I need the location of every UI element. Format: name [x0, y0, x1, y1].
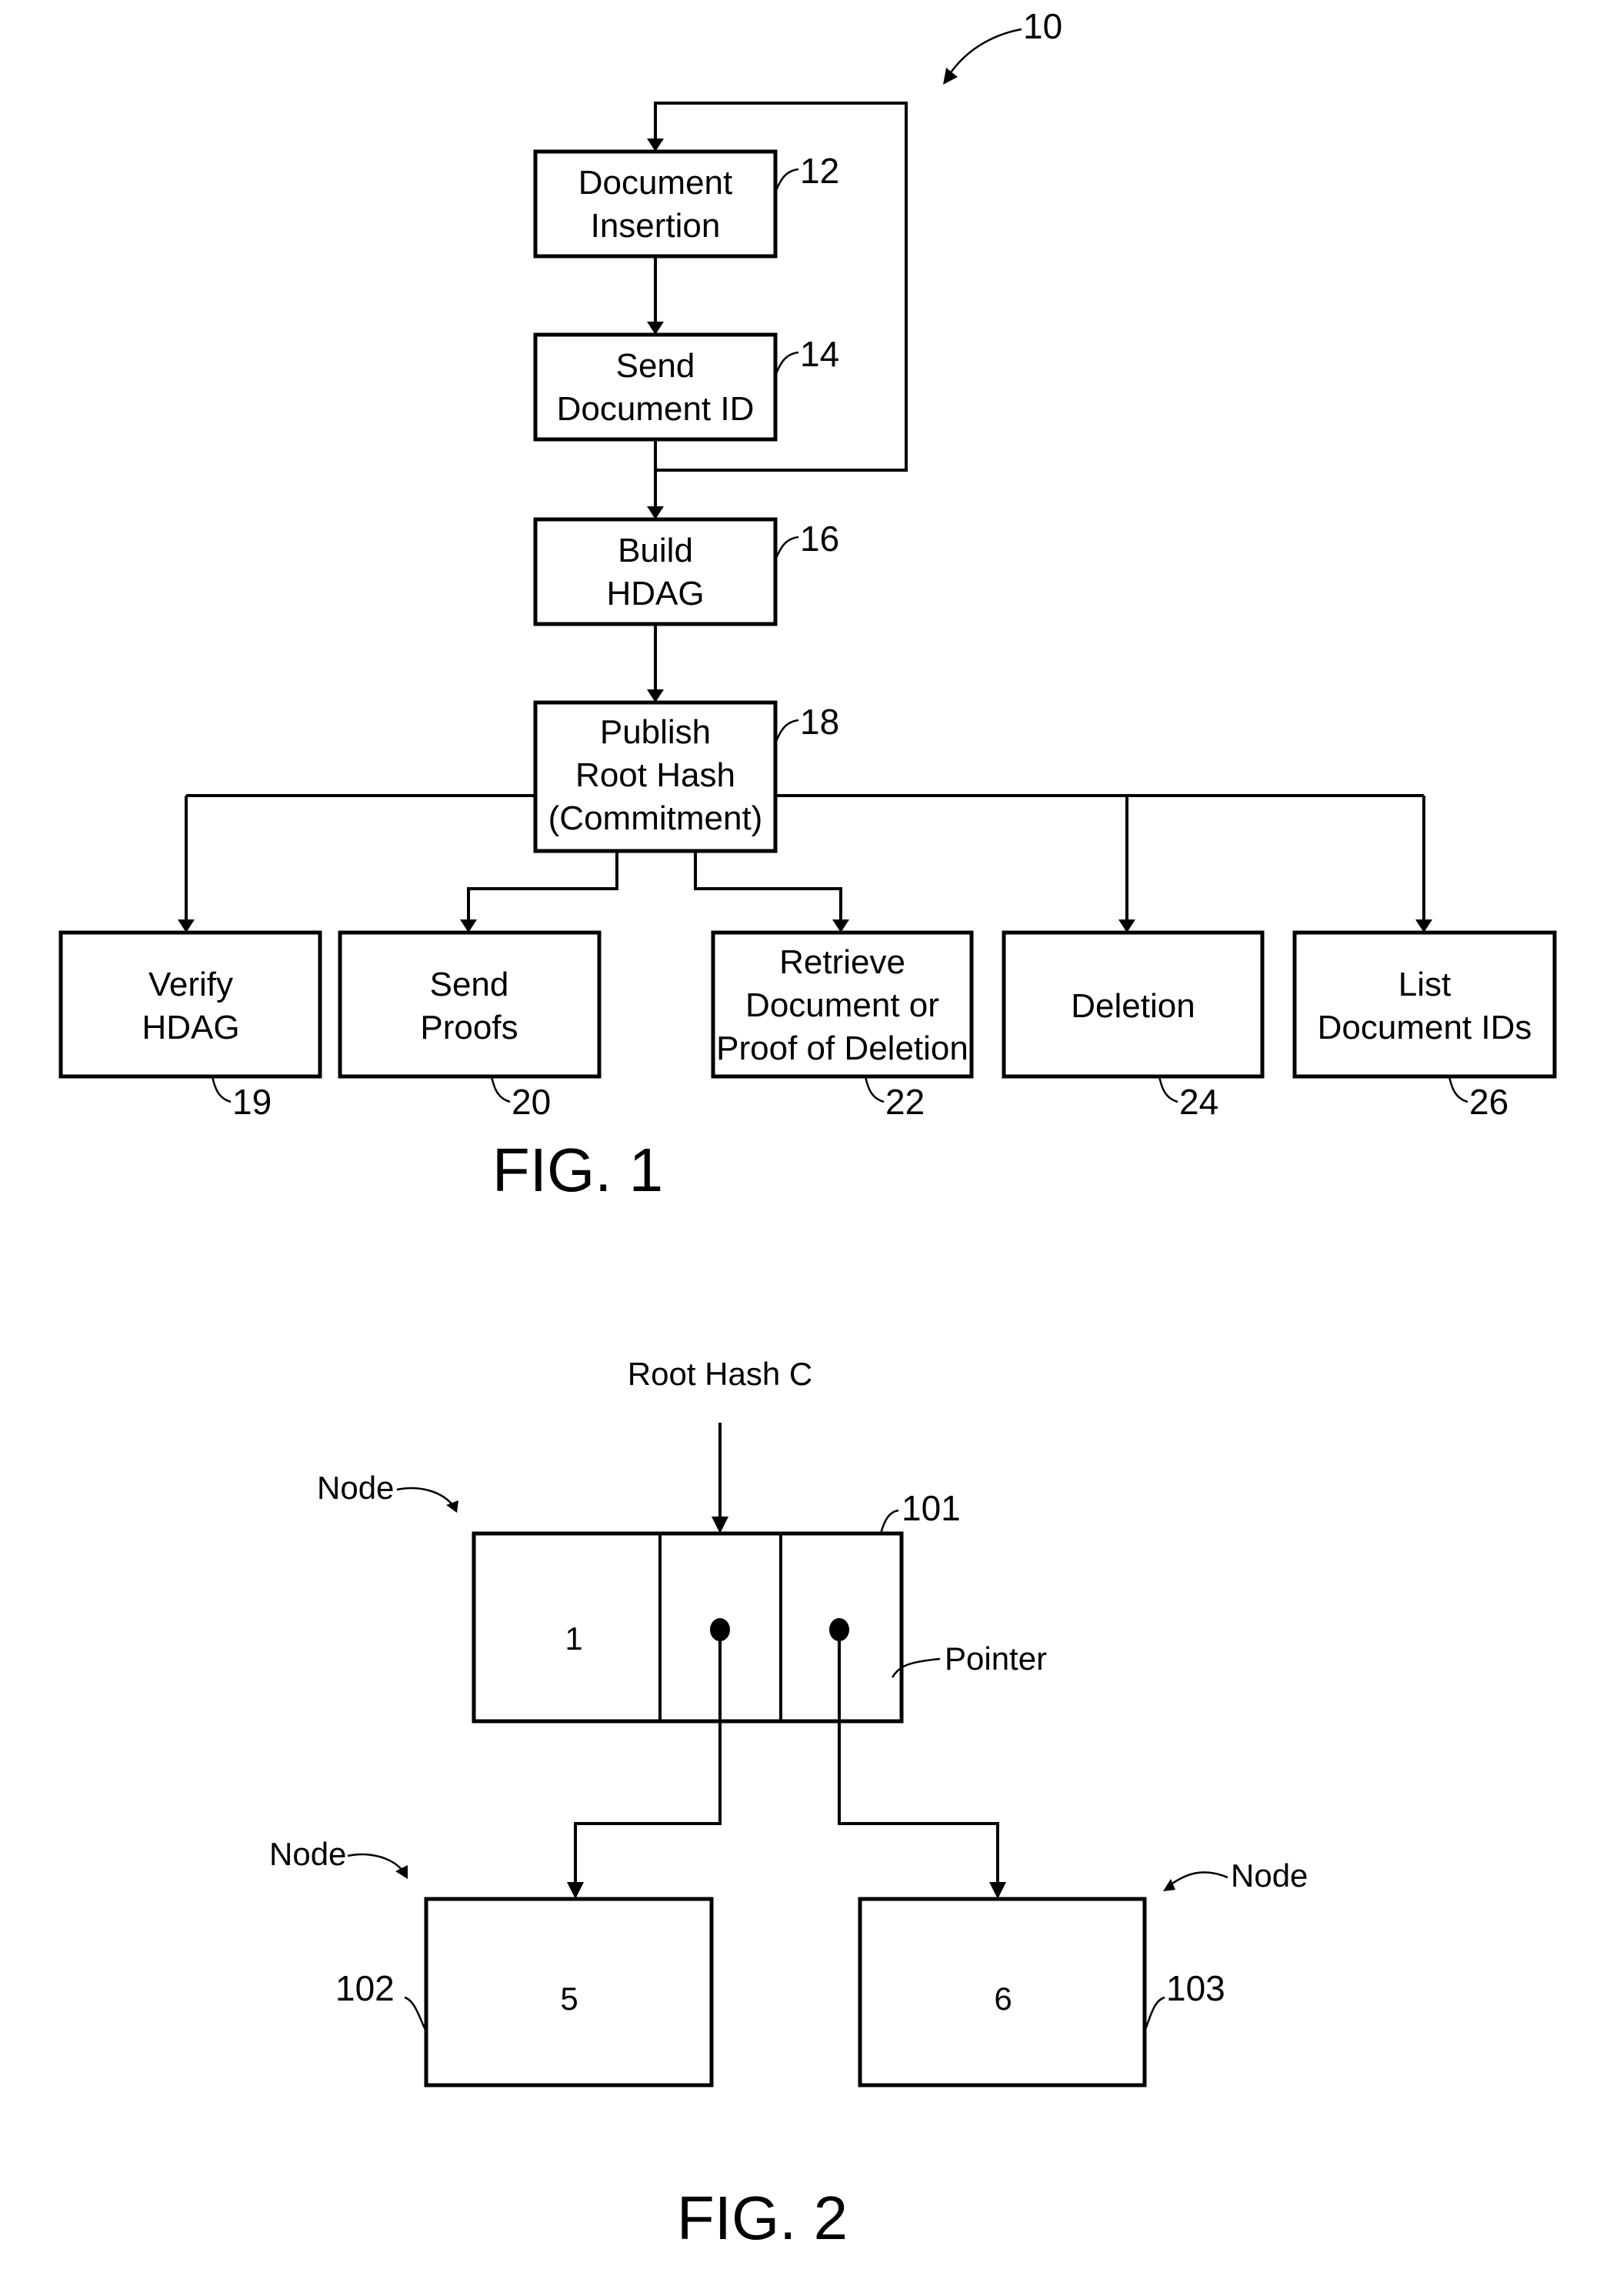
step-label: Document: [578, 164, 733, 202]
ref-leader: [774, 351, 799, 376]
ref-number: 18: [800, 702, 839, 742]
step-label: Send: [616, 347, 695, 385]
arrowhead: [647, 138, 664, 152]
arrowhead: [446, 1500, 458, 1513]
child-node-102: 5 102: [335, 1897, 714, 2087]
step-label: Root Hash: [575, 756, 735, 794]
ref-number: 20: [512, 1082, 551, 1122]
outcome-label: Verify: [148, 966, 233, 1003]
ref-number: 22: [885, 1082, 925, 1122]
node-arrow-left: [347, 1853, 404, 1872]
ref-leader: [1448, 1076, 1468, 1103]
arrowhead: [647, 322, 664, 335]
node-value: 6: [994, 1981, 1012, 2017]
step-send-document-id: Send Document ID 14: [533, 332, 839, 442]
arrowhead: [567, 1882, 584, 1899]
ref-number: 19: [232, 1082, 272, 1122]
child-node-103: 6 103: [858, 1897, 1225, 2087]
ref-number: 26: [1469, 1082, 1508, 1122]
step-label: Build: [618, 532, 693, 569]
ref-leader: [1143, 1996, 1165, 2032]
connector: [694, 851, 842, 923]
ref-number: 102: [335, 1968, 395, 2008]
patent-drawing: 10 Document Insertion 12 Send Document I…: [58, 6, 1557, 2252]
ref-leader: [864, 1076, 885, 1103]
node-label-top: Node: [317, 1470, 394, 1506]
outcome-label: Proofs: [420, 1009, 518, 1046]
outcome-label: Document or: [745, 986, 939, 1024]
ref-leader: [774, 168, 799, 193]
node-label-left: Node: [269, 1836, 346, 1872]
outcome-deletion: Deletion 24: [1002, 930, 1265, 1122]
step-label: (Commitment): [548, 799, 763, 837]
arrowhead: [1163, 1879, 1175, 1891]
outcome-verify-hdag: Verify HDAG 19: [58, 930, 322, 1122]
fig2: Root Hash C Node 1 101 Pointer Node Node…: [269, 1356, 1308, 2252]
ref-number: 24: [1179, 1082, 1218, 1122]
outcome-label: Retrieve: [779, 943, 905, 981]
ref-leader: [774, 719, 799, 744]
ref-number: 12: [800, 151, 839, 191]
ref-leader: [211, 1076, 232, 1103]
ref-leader: [490, 1076, 511, 1103]
node-arrow-right: [1167, 1871, 1228, 1888]
fig1: 10 Document Insertion 12 Send Document I…: [58, 6, 1557, 1204]
fig1-ref-arrow: [946, 28, 1022, 78]
node-label-right: Node: [1231, 1857, 1308, 1894]
arrowhead: [832, 919, 849, 933]
arrowhead: [647, 689, 664, 702]
arrowhead: [647, 506, 664, 519]
ref-leader: [404, 1996, 428, 2032]
arrowhead: [395, 1865, 408, 1879]
ref-number: 16: [800, 519, 839, 559]
outcome-label: Deletion: [1071, 987, 1195, 1025]
arrowhead: [1118, 919, 1135, 933]
arrowhead: [178, 919, 195, 933]
ref-leader: [879, 1509, 899, 1534]
arrowhead: [1415, 919, 1432, 933]
root-hash-label: Root Hash C: [628, 1356, 812, 1392]
fig1-caption: FIG. 1: [492, 1136, 663, 1204]
step-label: HDAG: [606, 575, 704, 612]
arrowhead: [460, 919, 477, 933]
ref-number: 101: [902, 1488, 961, 1528]
outcome-label: List: [1398, 966, 1451, 1003]
step-publish-root-hash: Publish Root Hash (Commitment) 18: [533, 700, 839, 853]
ref-leader: [774, 536, 799, 561]
step-label: Publish: [600, 713, 711, 751]
step-label: Document ID: [557, 390, 755, 428]
fig2-caption: FIG. 2: [677, 2184, 848, 2252]
outcome-label: Send: [430, 966, 509, 1003]
step-label: Insertion: [591, 207, 721, 245]
outcome-send-proofs: Send Proofs 20: [338, 930, 602, 1122]
outcome-label: Proof of Deletion: [716, 1030, 968, 1067]
arrowhead: [712, 1517, 728, 1533]
fig1-ref-label: 10: [1023, 6, 1062, 46]
outcome-label: Document IDs: [1318, 1009, 1532, 1046]
node-value: 5: [560, 1981, 578, 2017]
step-document-insertion: Document Insertion 12: [533, 149, 839, 259]
connector: [467, 851, 618, 923]
ref-leader: [1158, 1076, 1178, 1103]
outcome-retrieve-document: Retrieve Document or Proof of Deletion 2…: [711, 930, 974, 1122]
outcome-label: HDAG: [142, 1009, 239, 1046]
node-value: 1: [565, 1620, 582, 1657]
pointer-label: Pointer: [945, 1640, 1047, 1677]
ref-number: 103: [1166, 1968, 1225, 2008]
fig1-ref-arrowhead: [943, 68, 958, 85]
outcome-list-document-ids: List Document IDs 26: [1292, 930, 1557, 1122]
arrowhead: [989, 1882, 1006, 1899]
ref-number: 14: [800, 334, 839, 374]
step-build-hdag: Build HDAG 16: [533, 517, 839, 626]
node-arrow-top: [396, 1487, 455, 1507]
